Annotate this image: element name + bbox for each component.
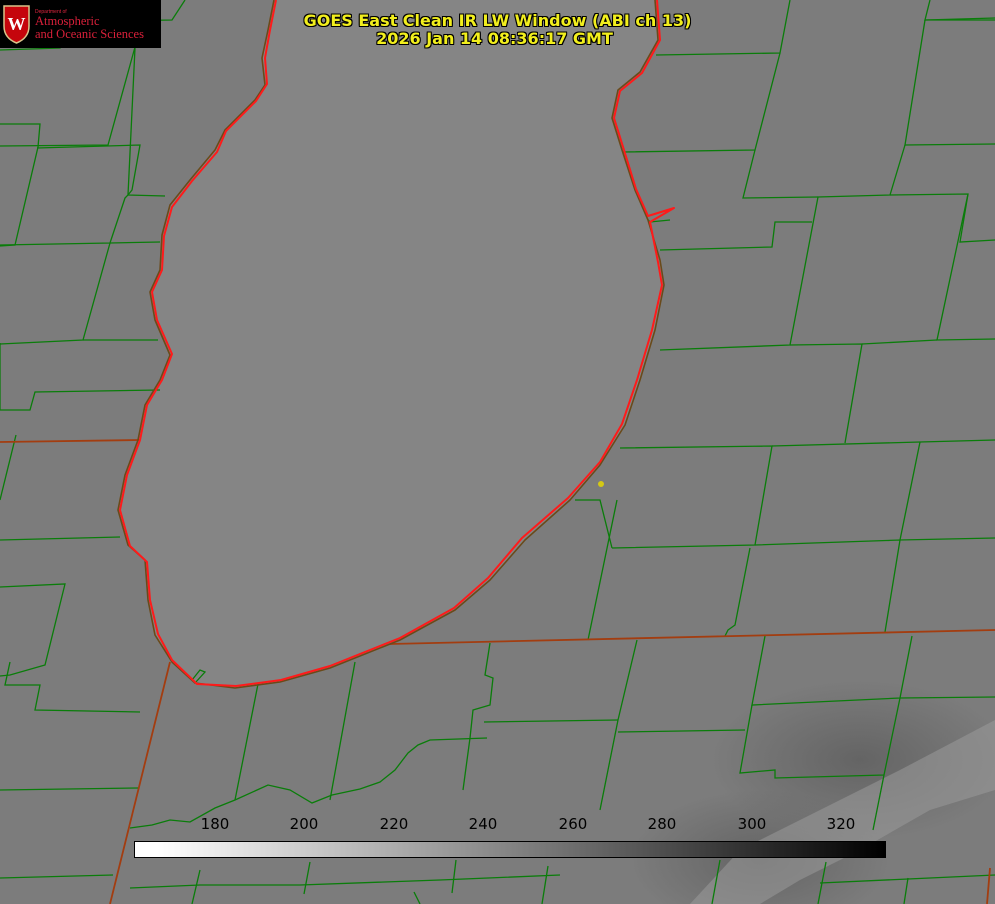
image-title: GOES East Clean IR LW Window (ABI ch 13): [303, 11, 692, 30]
colorbar-tick-label: 280: [647, 815, 677, 833]
colorbar-tick-label: 200: [289, 815, 319, 833]
image-timestamp: 2026 Jan 14 08:36:17 GMT: [376, 29, 613, 48]
colorbar-tick-label: 300: [737, 815, 767, 833]
map-canvas: [0, 0, 995, 904]
colorbar-tick-label: 260: [558, 815, 588, 833]
colorbar-tick-label: 220: [379, 815, 409, 833]
colorbar-tick-label: 320: [826, 815, 856, 833]
satellite-image: W Department of Atmospheric and Oceanic …: [0, 0, 995, 904]
location-dot-icon: [598, 481, 604, 487]
temperature-colorbar: [134, 841, 886, 858]
colorbar-tick-label: 180: [200, 815, 230, 833]
colorbar-tick-label: 240: [468, 815, 498, 833]
